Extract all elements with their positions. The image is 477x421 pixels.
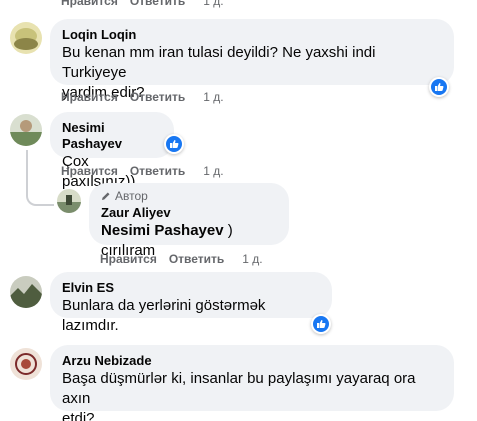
comment-time[interactable]: 1 д. [203, 90, 223, 104]
like-link[interactable]: Нравится [100, 252, 157, 266]
pencil-icon [102, 192, 110, 200]
comment-text-line2: etdi? [62, 410, 95, 421]
thumbs-up-icon [431, 79, 447, 95]
avatar-photo [10, 22, 42, 54]
avatar-photo [57, 189, 81, 213]
author-name[interactable]: Elvin ES [62, 280, 320, 296]
author-badge: Автор [101, 189, 277, 203]
comment-text-line1: Başa düşmürlər ki, insanlar bu paylaşımı… [62, 370, 416, 407]
comment-actions: Нравится Ответить 1 д. [61, 89, 224, 105]
avatar[interactable] [57, 189, 81, 213]
top-comment-actions: Нравится Ответить 1 д. [61, 0, 224, 8]
comment-bubble: Arzu Nebizade Başa düşmürlər ki, insanla… [50, 345, 454, 421]
avatar[interactable] [10, 276, 42, 308]
comment-text-line1: Bu kenan mm iran tulasi deyildi? Ne yaxs… [62, 44, 376, 81]
reply-link[interactable]: Ответить [169, 252, 224, 266]
comment-bubble: Elvin ES Bunlara da yerlərini göstərmək … [50, 272, 332, 334]
author-name[interactable]: Zaur Aliyev [101, 205, 277, 221]
avatar-photo [10, 114, 42, 146]
author-name[interactable]: Arzu Nebizade [62, 353, 442, 369]
reply-link[interactable]: Ответить [130, 90, 185, 104]
reply-thread-line [26, 150, 54, 206]
like-link[interactable]: Нравится [61, 90, 118, 104]
reply-link[interactable]: Ответить [130, 0, 185, 8]
comment-time: 1 д. [203, 0, 224, 8]
comment-text: Bunlara da yerlərini göstərmək lazımdır. [62, 297, 266, 334]
mention-link[interactable]: Nesimi Pashayev [101, 222, 224, 239]
like-reaction-badge[interactable] [429, 77, 449, 97]
like-link[interactable]: Нравится [61, 0, 118, 8]
comment-time[interactable]: 1 д. [203, 164, 223, 178]
thumbs-up-icon [313, 316, 329, 332]
avatar-photo [10, 348, 42, 380]
thumbs-up-icon [166, 136, 182, 152]
like-reaction-badge[interactable] [311, 314, 331, 334]
like-reaction-badge[interactable] [164, 134, 184, 154]
comment-actions: Нравится Ответить 1 д. [61, 163, 224, 179]
comment-bubble: Loqin Loqin Bu kenan mm iran tulasi deyi… [50, 19, 454, 101]
author-name[interactable]: Nesimi Pashayev [62, 120, 162, 152]
avatar[interactable] [10, 114, 42, 146]
comment-time[interactable]: 1 д. [242, 252, 262, 266]
author-name[interactable]: Loqin Loqin [62, 27, 442, 43]
avatar[interactable] [10, 348, 42, 380]
comment-bubble: Nesimi Pashayev Çox paxılsınız)) [50, 112, 174, 190]
reply-link[interactable]: Ответить [130, 164, 185, 178]
avatar-photo [10, 276, 42, 308]
comment-actions: Нравится Ответить 1 д. [100, 251, 263, 267]
avatar[interactable] [10, 22, 42, 54]
author-badge-label: Автор [115, 189, 148, 203]
comment-bubble: Автор Zaur Aliyev Nesimi Pashayev ) cırı… [89, 183, 289, 259]
like-link[interactable]: Нравится [61, 164, 118, 178]
